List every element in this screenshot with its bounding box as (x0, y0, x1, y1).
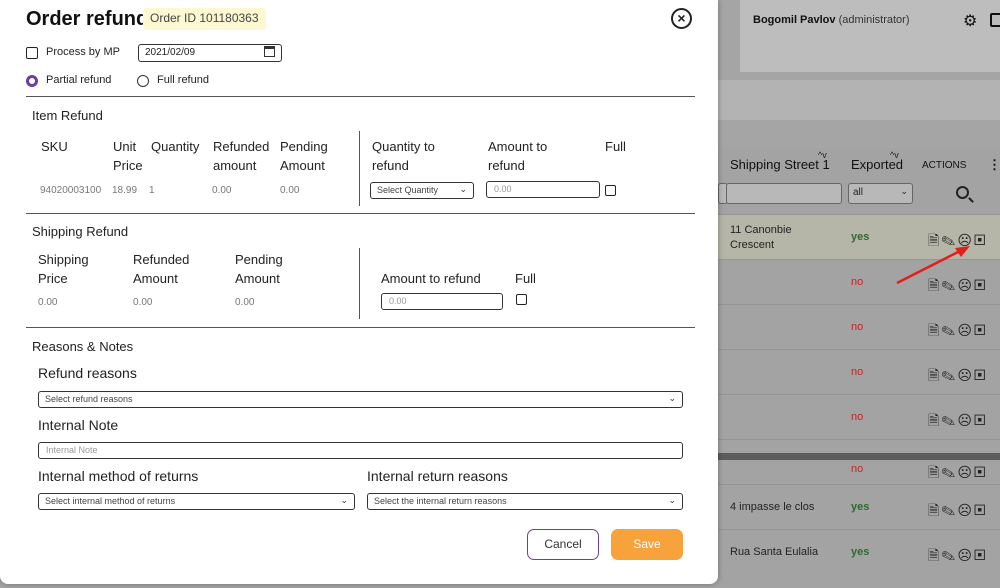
refunded-amount-column-header: Refunded amount (213, 137, 269, 175)
quantity-value: 1 (149, 185, 155, 196)
modal-title: Order refund (26, 8, 149, 30)
refund-date-input[interactable]: 2021/02/09 (138, 44, 282, 62)
refund-reasons-label: Refund reasons (38, 365, 137, 381)
qty-to-refund-line2: refund (372, 158, 409, 173)
sku-column-header: SKU (41, 139, 68, 154)
reasons-notes-heading: Reasons & Notes (32, 339, 134, 354)
shipping-refunded-column-header: Refunded Amount (133, 250, 189, 288)
shipping-amount-to-refund-input[interactable]: 0.00 (381, 293, 503, 310)
internal-return-reasons-label: Internal return reasons (367, 468, 508, 484)
qty-to-refund-line1: Quantity to (372, 139, 435, 154)
pending-line2: Amount (280, 158, 325, 173)
save-button[interactable]: Save (611, 529, 683, 560)
quantity-select-value: Select Quantity (377, 185, 439, 195)
quantity-to-refund-column-header: Quantity to refund (372, 137, 435, 175)
sku-value: 94020003100 (40, 185, 102, 196)
pending-line1: Pending (280, 139, 328, 154)
chevron-down-icon: ⌄ (668, 393, 676, 403)
refunded-line2: amount (213, 158, 257, 173)
chevron-down-icon: ⌄ (340, 495, 348, 505)
chevron-down-icon: ⌄ (668, 495, 676, 505)
full-column-header: Full (605, 139, 626, 154)
shipping-amount-to-refund-column-header: Amount to refund (381, 271, 481, 286)
column-divider (359, 131, 360, 206)
internal-method-select[interactable]: Select internal method of returns ⌄ (38, 493, 355, 510)
shipping-price-value: 0.00 (38, 297, 58, 308)
full-refund-radio[interactable] (137, 75, 149, 87)
shipping-refunded-line2: Amount (133, 271, 178, 286)
process-by-mp-checkbox[interactable] (26, 47, 38, 59)
refund-reasons-select[interactable]: Select refund reasons ⌄ (38, 391, 683, 408)
refunded-line1: Refunded (213, 139, 270, 154)
column-divider (359, 248, 360, 319)
unit-price-column-header: Unit Price (113, 137, 143, 175)
quantity-column-header: Quantity (151, 139, 200, 154)
shipping-price-line2: Price (38, 271, 68, 286)
quantity-select[interactable]: Select Quantity ⌄ (370, 182, 474, 199)
divider (26, 213, 695, 214)
partial-refund-radio[interactable] (26, 75, 38, 87)
unit-price-value: 18.99 (112, 185, 138, 196)
amount-to-refund-line1: Amount to (488, 139, 548, 154)
internal-note-input[interactable]: Internal Note (38, 442, 683, 459)
amount-to-refund-line2: refund (488, 158, 525, 173)
internal-method-label: Internal method of returns (38, 468, 199, 484)
chevron-down-icon: ⌄ (459, 184, 467, 194)
cancel-button[interactable]: Cancel (527, 529, 599, 560)
unit-price-line1: Unit (113, 139, 137, 154)
order-id-badge: Order ID 101180363 (143, 8, 266, 30)
internal-note-label: Internal Note (38, 417, 119, 433)
internal-return-reasons-select-value: Select the internal return reasons (374, 496, 507, 506)
item-full-refund-checkbox[interactable] (605, 185, 616, 196)
shipping-price-line1: Shipping (38, 252, 89, 267)
pending-amount-column-header: Pending Amount (280, 137, 328, 175)
refund-reasons-select-value: Select refund reasons (45, 394, 133, 404)
full-refund-label: Full refund (157, 74, 209, 86)
partial-refund-label: Partial refund (46, 74, 112, 86)
pending-amount-value: 0.00 (280, 185, 300, 196)
shipping-full-refund-checkbox[interactable] (516, 294, 527, 305)
shipping-pending-value: 0.00 (235, 297, 255, 308)
order-refund-modal: Order refund Order ID 101180363 × Proces… (0, 0, 718, 584)
internal-method-select-value: Select internal method of returns (45, 496, 176, 506)
unit-price-line2: Price (113, 158, 143, 173)
shipping-pending-column-header: Pending Amount (235, 250, 283, 288)
shipping-refunded-value: 0.00 (133, 297, 153, 308)
close-icon[interactable]: × (671, 8, 692, 29)
shipping-pending-line1: Pending (235, 252, 283, 267)
shipping-price-column-header: Shipping Price (38, 250, 89, 288)
shipping-refunded-line1: Refunded (133, 252, 190, 267)
calendar-icon[interactable] (264, 46, 275, 57)
process-by-mp-label: Process by MP (46, 46, 120, 58)
item-refund-heading: Item Refund (32, 108, 103, 123)
shipping-refund-heading: Shipping Refund (32, 224, 129, 239)
internal-return-reasons-select[interactable]: Select the internal return reasons ⌄ (367, 493, 683, 510)
shipping-full-column-header: Full (515, 271, 536, 286)
refunded-amount-value: 0.00 (212, 185, 232, 196)
shipping-pending-line2: Amount (235, 271, 280, 286)
divider (26, 96, 695, 97)
divider (26, 327, 695, 328)
amount-to-refund-column-header: Amount to refund (488, 137, 547, 175)
item-amount-to-refund-input[interactable]: 0.00 (486, 181, 600, 198)
